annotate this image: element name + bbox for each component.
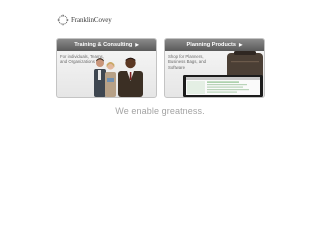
tagline: We enable greatness.	[115, 106, 205, 116]
planner-products-image	[183, 51, 263, 97]
training-consulting-title: Training & Consulting	[74, 42, 133, 48]
brand-name: FranklinCovey	[71, 16, 112, 24]
planning-products-link[interactable]: Planning Products ▶	[165, 39, 264, 51]
training-consulting-link[interactable]: Training & Consulting ▶	[57, 39, 156, 51]
arrow-right-icon: ▶	[238, 42, 243, 47]
business-people-image	[94, 57, 143, 97]
training-consulting-body: For individuals, Teams, and Organization…	[57, 51, 156, 97]
planning-products-title: Planning Products	[186, 42, 236, 48]
planning-products-card[interactable]: Planning Products ▶ Shop for Planners, B…	[164, 38, 265, 98]
franklincovey-logo-icon	[57, 14, 69, 26]
training-consulting-card[interactable]: Training & Consulting ▶ For individuals,…	[56, 38, 157, 98]
planning-products-body: Shop for Planners, Business Bags, and So…	[165, 51, 264, 97]
franklincovey-logo[interactable]: FranklinCovey	[57, 13, 112, 27]
arrow-right-icon: ▶	[135, 42, 139, 47]
